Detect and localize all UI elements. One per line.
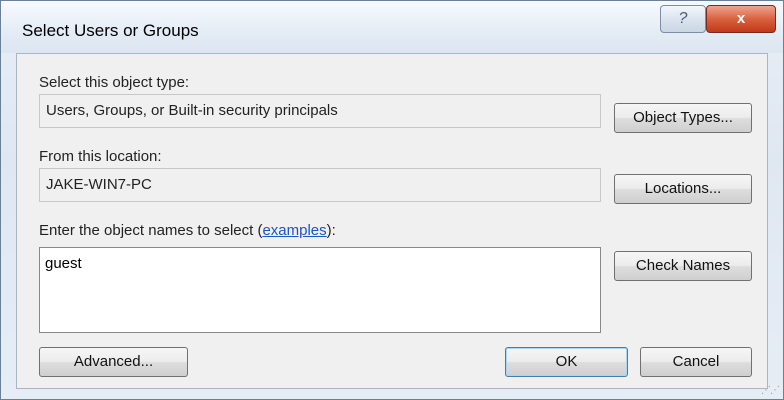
object-type-field: Users, Groups, or Built-in security prin… (39, 94, 601, 128)
object-names-label: Enter the object names to select (exampl… (39, 222, 336, 239)
locations-button[interactable]: Locations... (614, 174, 752, 204)
cancel-button[interactable]: Cancel (640, 347, 752, 377)
close-button[interactable]: x (706, 5, 776, 33)
object-types-button[interactable]: Object Types... (614, 103, 752, 133)
ok-button[interactable]: OK (505, 347, 628, 377)
window-title: Select Users or Groups (22, 21, 199, 40)
object-names-label-prefix: Enter the object names to select ( (39, 222, 263, 239)
object-names-label-suffix: ): (326, 222, 336, 239)
help-button[interactable]: ? (660, 5, 706, 33)
location-label: From this location: (39, 148, 162, 165)
object-names-input[interactable]: guest (39, 247, 601, 333)
resize-grip-icon[interactable]: ⋰⋰ (761, 385, 780, 396)
check-names-button[interactable]: Check Names (614, 251, 752, 281)
title-bar[interactable]: Select Users or Groups ? x (1, 1, 783, 53)
examples-link[interactable]: examples (262, 222, 326, 239)
dialog-window: Select Users or Groups ? x Select this o… (0, 0, 784, 400)
advanced-button[interactable]: Advanced... (39, 347, 188, 377)
dialog-content: Select this object type: Users, Groups, … (16, 53, 768, 389)
object-type-label: Select this object type: (39, 74, 190, 91)
location-field: JAKE-WIN7-PC (39, 168, 601, 202)
